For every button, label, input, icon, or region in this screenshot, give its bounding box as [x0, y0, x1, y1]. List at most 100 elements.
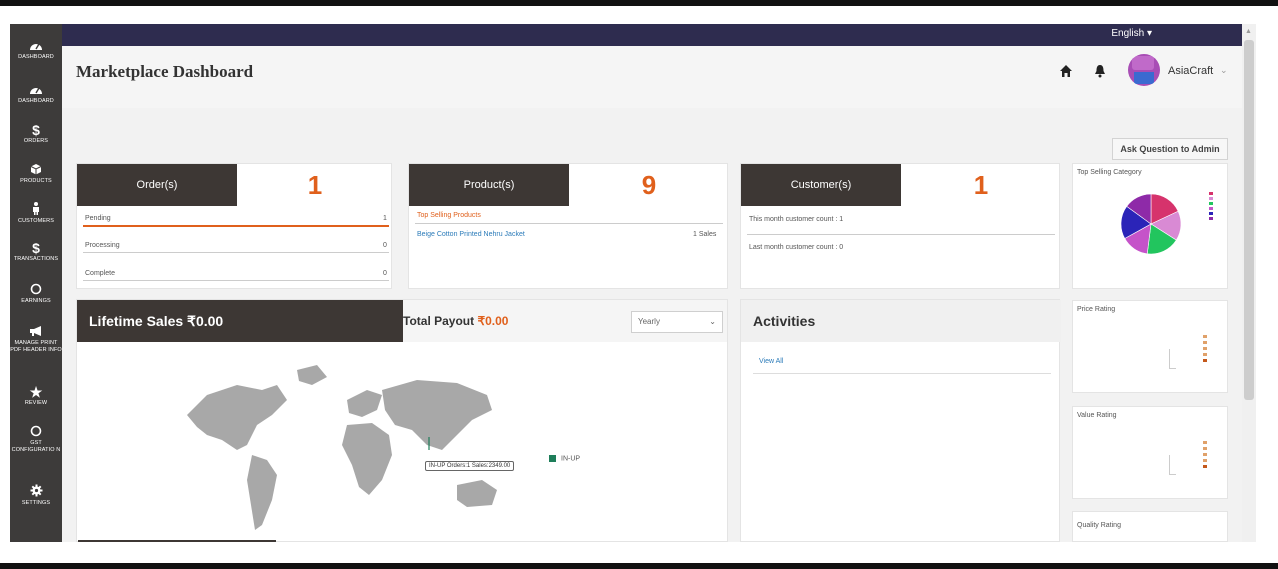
legend-swatch — [1209, 192, 1213, 195]
scroll-thumb[interactable] — [1244, 40, 1254, 400]
sidebar-item-dashboard[interactable]: DASHBOARD — [10, 82, 62, 105]
last-month-customer-count: Last month customer count : 0 — [749, 244, 844, 251]
sidebar-item-label: GST CONFIGURATIO N — [11, 440, 61, 453]
divider — [83, 252, 389, 253]
customers-card: Customer(s) 1 This month customer count … — [740, 163, 1060, 289]
map-legend: IN-UP — [549, 455, 580, 462]
price-rating-chart — [1169, 335, 1207, 369]
chevron-down-icon: ⌄ — [709, 317, 716, 326]
orders-row-label: Complete — [85, 270, 115, 277]
bottom-border — [0, 563, 1278, 569]
legend-swatch — [1209, 202, 1213, 205]
sidebar-item-earnings[interactable]: EARNINGS — [10, 282, 62, 305]
legend-swatch — [1209, 217, 1213, 220]
divider — [83, 280, 389, 281]
chevron-down-icon[interactable]: ⌄ — [1220, 65, 1228, 76]
dashboard-icon — [10, 82, 62, 98]
sidebar-item-label: DASHBOARD — [18, 98, 54, 104]
top-selling-products-label: Top Selling Products — [417, 212, 481, 219]
activities-heading: Activities — [741, 300, 1061, 342]
map-europe — [347, 390, 382, 417]
bell-icon[interactable] — [1094, 64, 1106, 78]
user-name[interactable]: AsiaCraft — [1168, 65, 1213, 77]
ask-question-button[interactable]: Ask Question to Admin — [1112, 138, 1228, 160]
top-navbar: English ▾ — [62, 24, 1242, 46]
lifetime-sales: Lifetime Sales ₹0.00 — [77, 300, 403, 342]
sidebar-item-dashboard-top[interactable]: DASHBOARD — [10, 38, 62, 61]
map-tooltip: IN-UP Orders:1 Sales:2349.00 — [425, 461, 515, 471]
legend-swatch — [549, 455, 556, 462]
sidebar-item-label: REVIEW — [24, 400, 48, 406]
product-sales: 1 Sales — [693, 231, 717, 238]
map-south-america — [247, 455, 277, 530]
products-heading: Product(s) — [409, 164, 569, 206]
gear-icon — [10, 484, 62, 500]
orders-row-value: 1 — [383, 215, 387, 222]
home-icon[interactable] — [1059, 64, 1073, 78]
star-icon: ★ — [29, 384, 43, 400]
scrollbar[interactable]: ▲ — [1242, 24, 1256, 542]
sidebar-item-transactions[interactable]: $ TRANSACTIONS — [10, 240, 62, 263]
dashboard-icon — [10, 38, 62, 54]
map-greenland — [297, 365, 327, 385]
sidebar-item-label: ORDERS — [23, 138, 49, 144]
divider — [415, 223, 723, 224]
value-rating-chart — [1169, 441, 1207, 475]
sidebar-item-manage-print-pdf[interactable]: MANAGE PRINT PDF HEADER INFO — [10, 324, 62, 353]
period-select-value: Yearly — [638, 317, 660, 326]
product-link[interactable]: Beige Cotton Printed Nehru Jacket — [417, 231, 525, 238]
page-title: Marketplace Dashboard — [76, 62, 254, 81]
megaphone-icon — [10, 324, 62, 340]
orders-row-label: Processing — [85, 242, 120, 249]
scroll-up-icon[interactable]: ▲ — [1245, 28, 1252, 35]
circle-icon — [10, 424, 62, 440]
view-all-link[interactable]: View All — [759, 358, 783, 365]
quality-rating-title: Quality Rating — [1077, 522, 1121, 529]
sidebar-item-label: MANAGE PRINT PDF HEADER INFO — [10, 340, 62, 353]
orders-count: 1 — [307, 170, 323, 200]
screen: English ▾ DASHBOARD DASHBOARD $ ORDERS P… — [0, 0, 1278, 569]
value-rating-title: Value Rating — [1077, 412, 1117, 419]
box-icon — [10, 162, 62, 178]
products-count: 9 — [641, 170, 657, 200]
map-north-america — [187, 385, 287, 450]
price-rating-title: Price Rating — [1077, 306, 1116, 313]
products-card: Product(s) 9 Top Selling Products Beige … — [408, 163, 728, 289]
sidebar-item-orders[interactable]: $ ORDERS — [10, 122, 62, 145]
customers-heading: Customer(s) — [741, 164, 901, 206]
top-border — [0, 0, 1278, 6]
page-header: Marketplace Dashboard AsiaCraft ⌄ — [62, 46, 1242, 108]
avatar[interactable] — [1128, 54, 1160, 86]
total-payout-value: ₹0.00 — [477, 314, 509, 328]
main-content: Ask Question to Admin Order(s) 1 Pending… — [62, 108, 1242, 542]
period-select[interactable]: Yearly ⌄ — [631, 311, 723, 333]
sidebar-item-label: CUSTOMERS — [18, 218, 54, 224]
sidebar-item-settings[interactable]: SETTINGS — [10, 484, 62, 507]
language-selector[interactable]: English ▾ — [1111, 28, 1152, 39]
sidebar-item-review[interactable]: ★ REVIEW — [10, 384, 62, 407]
dollar-icon: $ — [32, 122, 40, 138]
map-africa — [342, 423, 392, 495]
legend-swatch — [1209, 197, 1213, 200]
divider — [753, 373, 1051, 374]
world-map[interactable] — [167, 355, 527, 542]
sidebar-item-customers[interactable]: CUSTOMERS — [10, 202, 62, 225]
value-rating-card: Value Rating — [1072, 406, 1228, 499]
this-month-customer-count: This month customer count : 1 — [749, 216, 844, 223]
orders-row-value: 0 — [383, 270, 387, 277]
orders-card: Order(s) 1 Pending 1 Processing 0 Comple… — [76, 163, 392, 289]
map-asia — [382, 380, 492, 450]
top-selling-category-card: Top Selling Category — [1072, 163, 1228, 289]
sidebar-item-label: PRODUCTS — [20, 178, 52, 184]
top-selling-category-title: Top Selling Category — [1077, 169, 1142, 176]
activities-panel: Activities View All — [740, 299, 1061, 542]
divider — [747, 234, 1055, 235]
map-australia — [457, 480, 497, 507]
legend-swatch — [1209, 207, 1213, 210]
customers-count: 1 — [973, 170, 989, 200]
legend-swatch — [1209, 212, 1213, 215]
sidebar-item-gst-configuration[interactable]: GST CONFIGURATIO N — [10, 424, 62, 453]
dollar-icon: $ — [32, 240, 40, 256]
pie-chart[interactable] — [1073, 184, 1229, 284]
sidebar-item-products[interactable]: PRODUCTS — [10, 162, 62, 185]
